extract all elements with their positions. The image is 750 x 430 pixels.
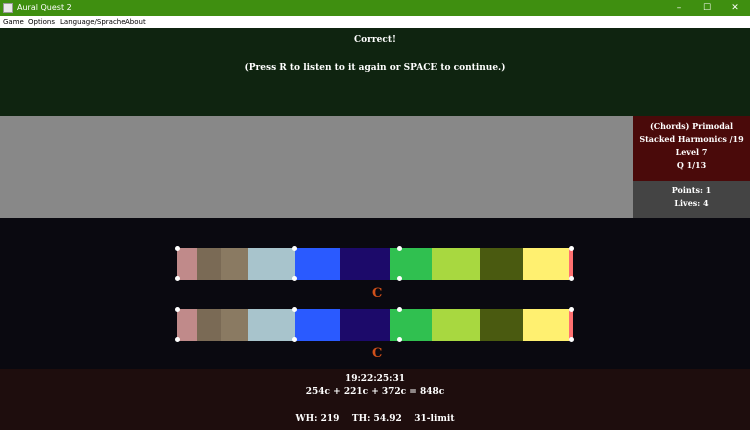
window-title: Aural Quest 2	[17, 3, 72, 12]
drag-handle[interactable]	[397, 276, 402, 281]
menu-about[interactable]: About	[125, 18, 146, 26]
bar-segment	[295, 248, 340, 280]
drag-handle[interactable]	[292, 307, 297, 312]
result-message: Correct!	[354, 35, 396, 45]
drag-handle[interactable]	[397, 246, 402, 251]
category-label: (Chords) Primodal	[649, 121, 734, 131]
bar-segment	[390, 248, 432, 280]
bar-segment	[177, 309, 197, 341]
bar-segment	[523, 309, 569, 341]
ratio-label: 19:22:25:31	[344, 374, 406, 384]
close-button[interactable]: ✕	[720, 0, 750, 16]
interval-bars-area: C C	[0, 218, 750, 369]
menu-bar: Game Options Language/Sprache About	[0, 16, 750, 28]
level-info-panel: (Chords) Primodal Stacked Harmonics /19 …	[633, 116, 750, 181]
message-panel: Correct! (Press R to listen to it again …	[0, 28, 750, 116]
bar-segment	[221, 248, 248, 280]
bar-segment	[480, 248, 523, 280]
bar-segment	[340, 248, 390, 280]
instruction-message: (Press R to listen to it again or SPACE …	[244, 63, 506, 73]
bar-segment	[523, 248, 569, 280]
title-bar: Aural Quest 2 – ☐ ✕	[0, 0, 750, 16]
minimize-button[interactable]: –	[664, 0, 694, 16]
bar-segment	[340, 309, 390, 341]
lives-label: Lives: 4	[674, 198, 709, 208]
drag-handle[interactable]	[175, 337, 180, 342]
mode-label: Stacked Harmonics /19	[639, 134, 744, 144]
bar-segment	[432, 248, 480, 280]
bar-segment	[197, 309, 221, 341]
menu-game[interactable]: Game	[3, 18, 24, 26]
bar-segment	[390, 309, 432, 341]
app-icon	[3, 3, 13, 13]
level-label: Level 7	[675, 147, 708, 157]
drag-handle[interactable]	[175, 276, 180, 281]
menu-options[interactable]: Options	[28, 18, 55, 26]
bar-segment	[480, 309, 523, 341]
bar-segment	[295, 309, 340, 341]
root-note-label-top: C	[372, 286, 383, 301]
drag-handle[interactable]	[569, 307, 574, 312]
drag-handle[interactable]	[397, 307, 402, 312]
bar-segment	[432, 309, 480, 341]
drag-handle[interactable]	[175, 246, 180, 251]
bar-segment	[248, 248, 295, 280]
drag-handle[interactable]	[569, 246, 574, 251]
drag-handle[interactable]	[292, 246, 297, 251]
bar-segment	[197, 248, 221, 280]
bar-segment	[177, 248, 197, 280]
pitch-bar-bottom[interactable]	[177, 309, 573, 341]
cents-label: 254c + 221c + 372c = 848c	[305, 387, 445, 397]
drag-handle[interactable]	[569, 276, 574, 281]
drag-handle[interactable]	[175, 307, 180, 312]
menu-language[interactable]: Language/Sprache	[60, 18, 126, 26]
drag-handle[interactable]	[292, 337, 297, 342]
root-note-label-bottom: C	[372, 346, 383, 361]
bar-segment	[248, 309, 295, 341]
drag-handle[interactable]	[397, 337, 402, 342]
drag-handle[interactable]	[292, 276, 297, 281]
question-counter: Q 1/13	[676, 160, 707, 170]
display-panel	[0, 116, 633, 218]
harmonic-stats-label: WH: 219 TH: 54.92 31-limit	[295, 414, 455, 424]
points-label: Points: 1	[671, 185, 712, 195]
bar-segment	[221, 309, 248, 341]
pitch-bar-top[interactable]	[177, 248, 573, 280]
drag-handle[interactable]	[569, 337, 574, 342]
chord-info-panel: 19:22:25:31 254c + 221c + 372c = 848c WH…	[0, 369, 750, 430]
score-panel: Points: 1 Lives: 4	[633, 181, 750, 218]
maximize-button[interactable]: ☐	[692, 0, 722, 16]
